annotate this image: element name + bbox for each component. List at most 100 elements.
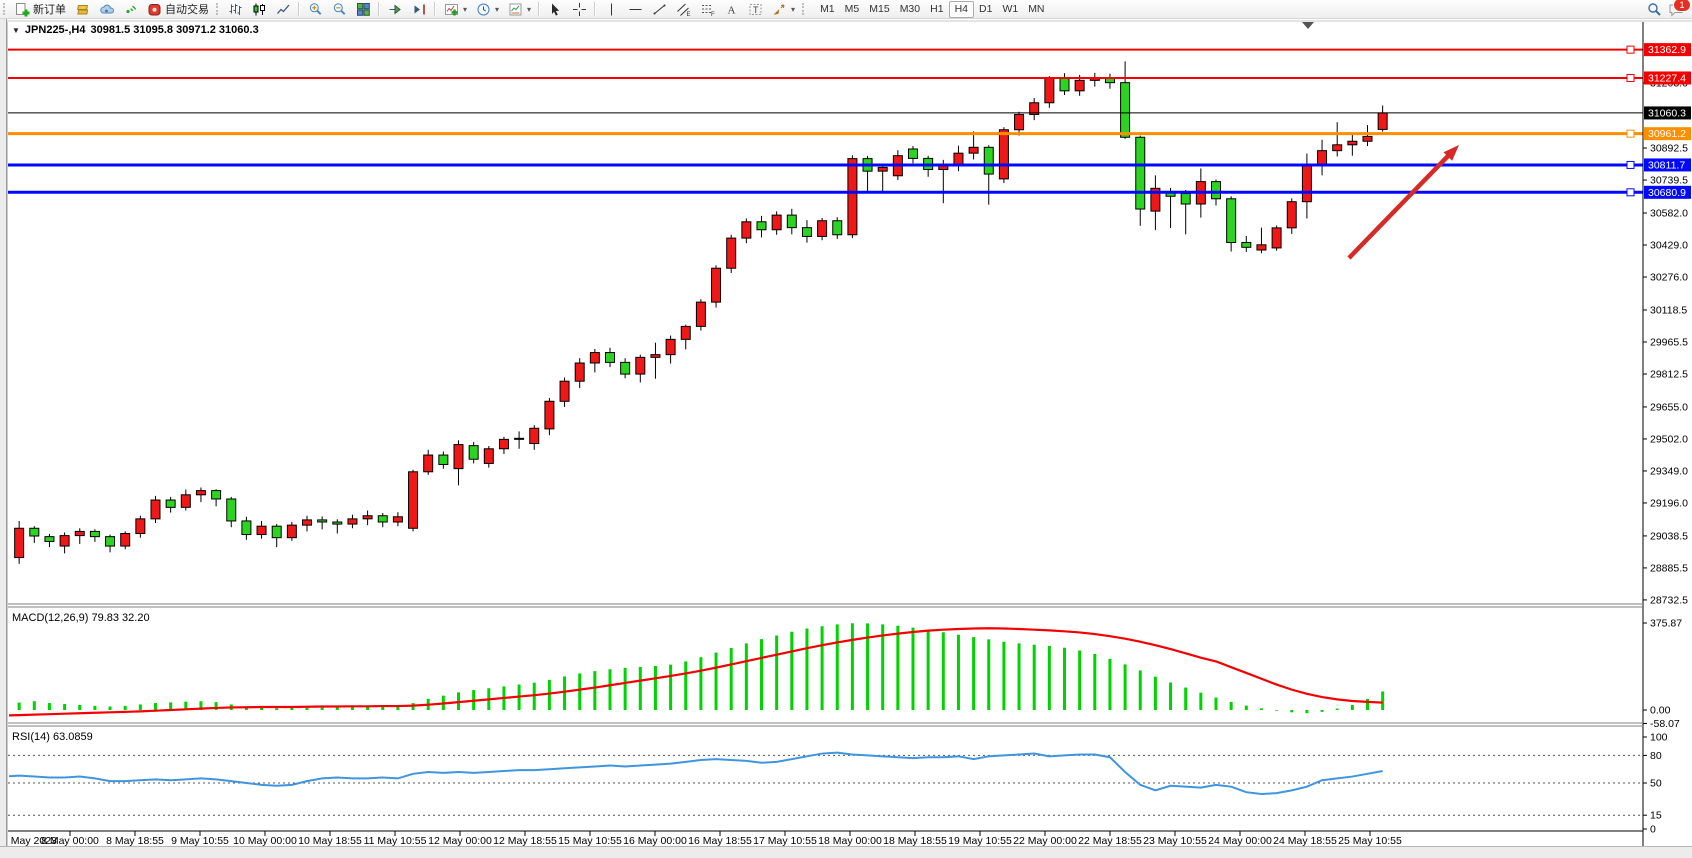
chart-background [0,18,1692,858]
price-tick-label: 29502.0 [1650,433,1688,445]
zoom-out-button[interactable] [327,1,351,17]
fibonacci-icon: F [699,2,715,17]
svg-text:30811.7: 30811.7 [1648,159,1685,171]
candle-up [121,534,130,547]
candle-up [424,455,433,472]
candlestick-button[interactable] [247,1,271,17]
tab-timeframe-m30[interactable]: M30 [895,2,925,17]
tab-timeframe-d1[interactable]: D1 [974,2,997,17]
candle-up [878,167,887,171]
price-tick-label: 29038.5 [1650,530,1688,542]
profile-button[interactable] [70,1,94,17]
autotrading-button[interactable]: 自动交易 [142,1,213,17]
hline-handle[interactable] [1627,130,1634,137]
autoscroll-button[interactable] [383,1,407,17]
candle-up [1378,113,1387,129]
text-button[interactable]: A [719,1,743,17]
candle-up [742,222,751,238]
tab-timeframe-h4[interactable]: H4 [949,1,974,18]
vertical-line-button[interactable] [599,1,623,17]
candle-up [560,381,569,401]
chat-badge: 1 [1673,0,1691,12]
autotrading-icon [146,2,162,17]
hline-handle[interactable] [1627,74,1634,81]
candle-down [1136,137,1145,209]
toolbar-grip[interactable] [802,3,806,15]
candle-up [257,526,266,534]
candle-down [1227,199,1236,243]
cursor-button[interactable] [543,1,567,17]
collapse-icon[interactable]: ▼ [12,26,20,35]
zoom-out-icon [331,2,347,17]
price-tick-label: 30276.0 [1650,272,1688,284]
tab-timeframe-w1[interactable]: W1 [997,2,1023,17]
chat-icon[interactable]: 1 [1668,2,1684,17]
candle-down [621,362,630,374]
horizontal-line-icon [627,2,643,17]
text-icon: A [723,2,739,17]
hline-handle[interactable] [1627,46,1634,53]
equidistant-channel-button[interactable]: E [671,1,695,17]
periods-button[interactable]: ▾ [471,1,503,17]
candle-up [1075,80,1084,90]
chevron-down-icon: ▾ [463,5,467,14]
tab-timeframe-m1[interactable]: M1 [815,2,840,17]
tab-timeframe-m5[interactable]: M5 [840,2,865,17]
candle-up [75,531,84,535]
toolbar-grip[interactable] [3,3,7,15]
line-chart-button[interactable] [271,1,295,17]
new-order-label: 新订单 [33,1,66,17]
vertical-line-icon [603,2,619,17]
indicators-icon [443,2,459,17]
zoom-in-button[interactable] [303,1,327,17]
new-order-button[interactable]: 新订单 [10,1,70,17]
crosshair-button[interactable] [567,1,591,17]
templates-button[interactable]: ▾ [503,1,535,17]
hline-handle[interactable] [1627,161,1634,168]
fibonacci-button[interactable]: F [695,1,719,17]
tab-timeframe-m15[interactable]: M15 [864,2,894,17]
ohlc-bars-icon [227,2,243,17]
candle-up [1015,114,1024,129]
indicators-button[interactable]: ▾ [439,1,471,17]
candle-up [545,401,554,429]
tab-timeframe-h1[interactable]: H1 [925,2,948,17]
chart-shift-button[interactable] [407,1,431,17]
candle-down [378,516,387,522]
text-label-button[interactable]: T [743,1,767,17]
tile-windows-button[interactable] [351,1,375,17]
text-label-icon: T [747,2,763,17]
svg-text:31362.9: 31362.9 [1648,44,1686,56]
svg-text:30680.9: 30680.9 [1648,187,1686,199]
hline-handle[interactable] [1627,189,1634,196]
signals-button[interactable] [118,1,142,17]
candle-down [30,528,39,536]
candle-up [499,439,508,448]
candle-up [772,215,781,230]
timeframe-group: M1 M5 M15 M30 H1 H4 D1 W1 MN [815,1,1049,18]
ohlc-bars-button[interactable] [223,1,247,17]
rsi-axis-label: 0 [1650,824,1656,836]
candle-up [727,238,736,268]
svg-text:31227.4: 31227.4 [1648,72,1686,84]
trendline-button[interactable] [647,1,671,17]
crosshair-icon [571,2,587,17]
community-button[interactable] [94,1,118,17]
candle-up [196,491,205,495]
chevron-down-icon: ▾ [495,5,499,14]
candle-up [409,472,418,528]
tab-timeframe-mn[interactable]: MN [1023,2,1049,17]
arrows-button[interactable]: ▾ [767,1,799,17]
horizontal-line-button[interactable] [623,1,647,17]
toolbar-grip[interactable] [216,3,220,15]
candle-down [333,522,342,524]
candle-up [393,517,402,522]
candle-down [802,228,811,237]
candle-down [1181,194,1190,204]
candle-down [242,521,251,535]
price-tick-label: 30892.5 [1650,143,1688,155]
candle-up [348,519,357,524]
search-icon[interactable] [1646,2,1662,17]
price-tick-label: 29655.0 [1650,401,1688,413]
chart-canvas[interactable]: 31203.030892.530739.530582.030429.030276… [0,0,1692,858]
